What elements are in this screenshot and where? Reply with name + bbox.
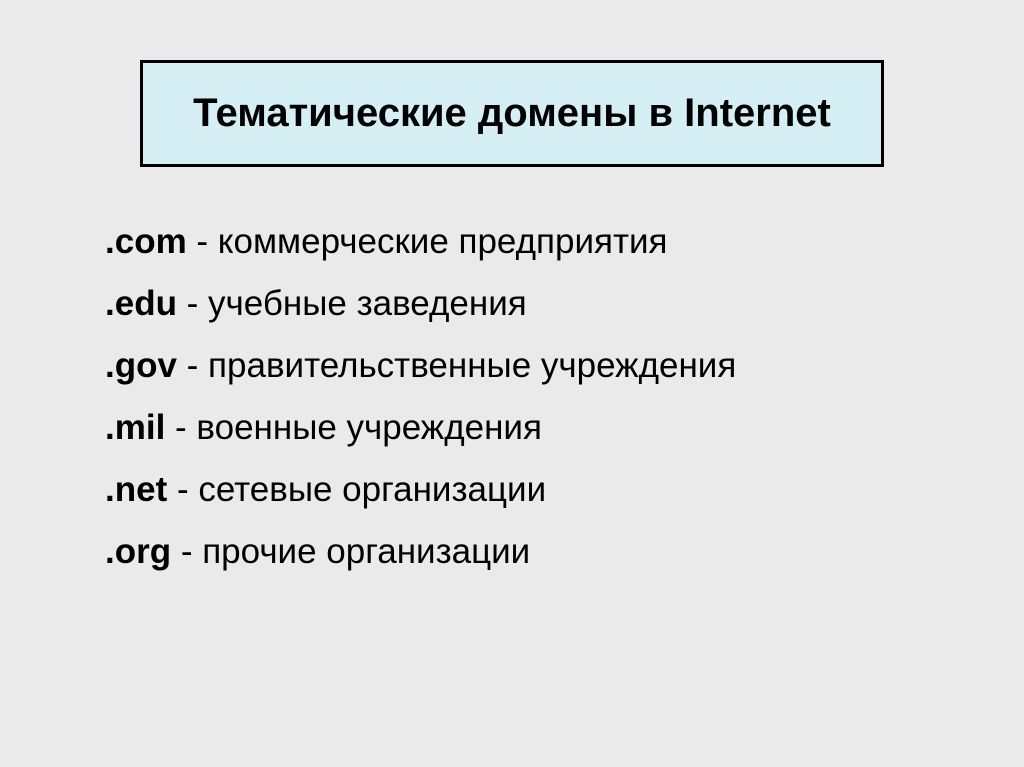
domain-description: - учебные заведения bbox=[177, 284, 527, 323]
domain-code: .gov bbox=[105, 346, 177, 385]
title-container: Тематические домены в Internet bbox=[140, 60, 884, 167]
list-item: .edu - учебные заведения bbox=[105, 284, 736, 324]
domain-code: .org bbox=[105, 532, 171, 571]
list-item: .mil - военные учреждения bbox=[105, 408, 736, 448]
domain-list: .com - коммерческие предприятия .edu - у… bbox=[0, 222, 736, 572]
list-item: .net - сетевые организации bbox=[105, 470, 736, 510]
domain-description: - сетевые организации bbox=[167, 470, 546, 509]
domain-description: - прочие организации bbox=[171, 532, 530, 571]
domain-code: .com bbox=[105, 222, 187, 261]
domain-description: - правительственные учреждения bbox=[177, 346, 736, 385]
domain-code: .edu bbox=[105, 284, 177, 323]
domain-description: - военные учреждения bbox=[165, 408, 542, 447]
list-item: .gov - правительственные учреждения bbox=[105, 346, 736, 386]
domain-description: - коммерческие предприятия bbox=[187, 222, 668, 261]
slide-title: Тематические домены в Internet bbox=[193, 91, 831, 136]
domain-code: .mil bbox=[105, 408, 165, 447]
list-item: .com - коммерческие предприятия bbox=[105, 222, 736, 262]
list-item: .org - прочие организации bbox=[105, 532, 736, 572]
domain-code: .net bbox=[105, 470, 167, 509]
